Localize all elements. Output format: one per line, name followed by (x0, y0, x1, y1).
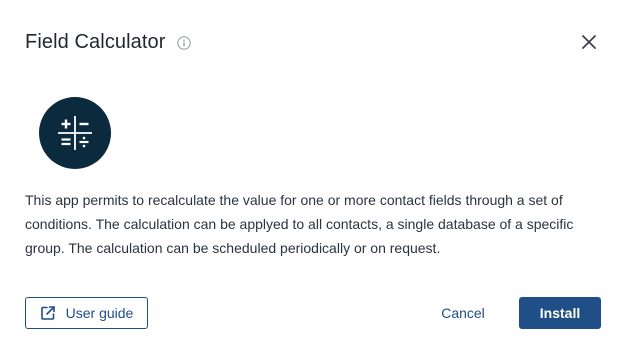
install-button[interactable]: Install (519, 297, 601, 329)
close-button[interactable] (578, 31, 600, 53)
close-icon (582, 35, 596, 49)
external-link-icon (40, 306, 55, 320)
user-guide-button[interactable]: User guide (25, 297, 148, 329)
dialog-title: Field Calculator (25, 30, 166, 53)
field-calculator-dialog: Field Calculator This app permits to rec… (0, 0, 628, 354)
info-icon[interactable] (176, 35, 191, 50)
dialog-header: Field Calculator (25, 28, 191, 56)
app-logo (39, 97, 111, 169)
app-description: This app permits to recalculate the valu… (25, 192, 574, 256)
user-guide-label: User guide (65, 305, 134, 321)
cancel-button[interactable]: Cancel (426, 297, 500, 329)
calculator-operators-icon (58, 116, 92, 150)
